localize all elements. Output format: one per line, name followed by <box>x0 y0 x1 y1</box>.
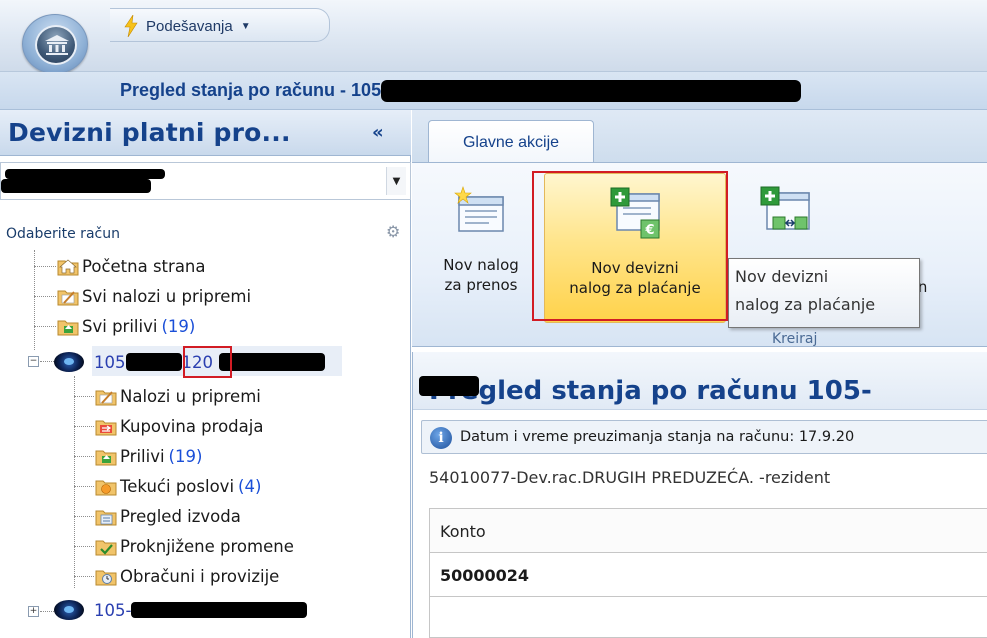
application-menu-button[interactable] <box>22 14 88 74</box>
tree-item-home[interactable]: Početna strana <box>56 252 206 280</box>
tree-item-label: Obračuni i provizije <box>120 566 280 586</box>
tree-item-posted-changes[interactable]: Proknjižene promene <box>94 532 294 560</box>
gear-icon[interactable]: ⚙ <box>386 222 400 241</box>
inflow-count-badge: (19) <box>161 316 196 336</box>
redacted-client-name <box>5 169 165 179</box>
grid-header-konto[interactable]: Konto <box>430 509 987 553</box>
account-globe-icon <box>54 352 84 372</box>
tree-item-all-inflows[interactable]: Svi prilivi (19) <box>56 312 195 340</box>
inflow-folder-icon <box>94 446 117 466</box>
label-line-1: Nov nalog <box>443 256 519 274</box>
tooltip-line-2: nalog za plaćanje <box>735 295 876 314</box>
grid-header-label: Konto <box>440 522 486 541</box>
lightning-icon <box>124 15 138 37</box>
tree-item-label: Tekući poslovi <box>120 476 235 496</box>
application-title-bar: Podešavanja ▼ <box>0 0 987 74</box>
tree-item-inflows[interactable]: Prilivi (19) <box>94 442 202 470</box>
highlight-new-foreign-order-box <box>532 171 728 321</box>
account-prefix: 105 <box>94 352 126 372</box>
account-description: 54010077-Dev.rac.DRUGIH PREDUZEĆA. -rezi… <box>429 468 831 487</box>
account-prefix: 105- <box>94 600 132 620</box>
edit-folder-icon <box>94 386 117 406</box>
current-folder-icon <box>94 476 117 496</box>
tree-item-current-business[interactable]: Tekući poslovi (4) <box>94 472 261 500</box>
exchange-folder-icon <box>94 416 117 436</box>
redacted-account-part <box>131 602 308 618</box>
tree-item-label: Svi nalozi u pripremi <box>82 286 252 306</box>
tree-item-buy-sell[interactable]: Kupovina prodaja <box>94 412 263 440</box>
chevron-down-icon: ▼ <box>240 20 251 32</box>
grid-cell-konto: 50000024 <box>440 566 530 585</box>
edit-folder-icon <box>56 286 79 306</box>
tree-item-label: Pregled izvoda <box>120 506 241 526</box>
button-tooltip: Nov devizni nalog za plaćanje <box>728 258 920 328</box>
current-business-count-badge: (4) <box>238 476 262 496</box>
balance-grid: Konto 50000024 <box>429 508 987 638</box>
tree-item-label: Svi prilivi <box>82 316 158 336</box>
tree-item-label: Prilivi <box>120 446 165 466</box>
inflow-folder-icon <box>56 316 79 336</box>
content-title-text: Pregled stanja po računu 105- <box>429 376 872 406</box>
inflow-count-badge: (19) <box>168 446 203 466</box>
navigation-panel: Devizni platni pro... « ▼ Odaberite raču… <box>0 110 411 638</box>
settings-menu-button[interactable]: Podešavanja ▼ <box>124 15 251 37</box>
redacted-account-part <box>125 353 182 371</box>
redacted-account-part <box>219 353 325 371</box>
account-globe-icon <box>54 600 84 620</box>
tree-item-label: Proknjižene promene <box>120 536 294 556</box>
window-subtitle-bar: Pregled stanja po računu - 105- <box>0 72 987 110</box>
info-message-bar: i Datum i vreme preuzimanja stanja na ra… <box>421 420 987 454</box>
collapse-node-icon[interactable]: − <box>28 356 39 367</box>
currency-exchange-icon <box>760 186 810 230</box>
statement-folder-icon <box>94 506 117 526</box>
navigation-panel-title: Devizni platni pro... <box>8 118 291 147</box>
tab-main-actions[interactable]: Glavne akcije <box>428 120 594 164</box>
tree-item-label: Nalozi u pripremi <box>120 386 261 406</box>
quick-access-toolbar: Podešavanja ▼ <box>110 8 330 42</box>
settings-menu-label: Podešavanja <box>146 17 233 35</box>
new-transfer-order-label: Nov nalog za prenos <box>443 255 519 295</box>
chevron-down-icon[interactable]: ▼ <box>386 167 406 195</box>
window-subtitle: Pregled stanja po računu - 105- <box>120 80 802 103</box>
label-line-2: za prenos <box>444 276 518 294</box>
highlight-account-suffix-box <box>183 346 232 378</box>
redacted-account-number <box>381 80 802 103</box>
client-select[interactable]: ▼ <box>0 162 411 200</box>
account-overview-content: Pregled stanja po računu 105- i Datum i … <box>412 352 987 638</box>
ribbon-group-caption: Kreiraj <box>772 331 818 347</box>
ribbon-tab-strip: Glavne akcije <box>412 110 987 164</box>
window-subtitle-text: Pregled stanja po računu - 105- <box>120 80 388 100</box>
redacted-account-number <box>419 376 479 396</box>
expand-node-icon[interactable]: + <box>28 606 39 617</box>
tree-item-label: Početna strana <box>82 256 206 276</box>
collapse-panel-icon[interactable]: « <box>372 122 384 143</box>
tree-item-label: Kupovina prodaja <box>120 416 264 436</box>
home-folder-icon <box>56 256 79 276</box>
table-row[interactable]: 50000024 <box>430 553 987 597</box>
choose-account-label: Odaberite račun <box>6 226 120 242</box>
navigation-panel-header: Devizni platni pro... « <box>0 110 411 156</box>
content-header: Pregled stanja po računu 105- <box>413 352 987 410</box>
new-transfer-order-button[interactable]: Nov nalog za prenos <box>422 173 540 323</box>
fees-folder-icon <box>94 566 117 586</box>
tree-item-fees[interactable]: Obračuni i provizije <box>94 562 279 590</box>
info-icon: i <box>430 427 452 449</box>
posted-folder-icon <box>94 536 117 556</box>
new-document-icon <box>454 186 504 232</box>
tooltip-line-1: Nov devizni <box>735 267 829 286</box>
info-message-text: Datum i vreme preuzimanja stanja na raču… <box>460 429 855 445</box>
tree-item-statements[interactable]: Pregled izvoda <box>94 502 241 530</box>
redacted-client-name-2 <box>1 179 151 193</box>
tree-item-pending-orders[interactable]: Nalozi u pripremi <box>94 382 261 410</box>
tree-item-all-pending-orders[interactable]: Svi nalozi u pripremi <box>56 282 251 310</box>
bank-icon <box>35 25 77 65</box>
tree-item-account-2[interactable]: 105- <box>54 596 308 624</box>
